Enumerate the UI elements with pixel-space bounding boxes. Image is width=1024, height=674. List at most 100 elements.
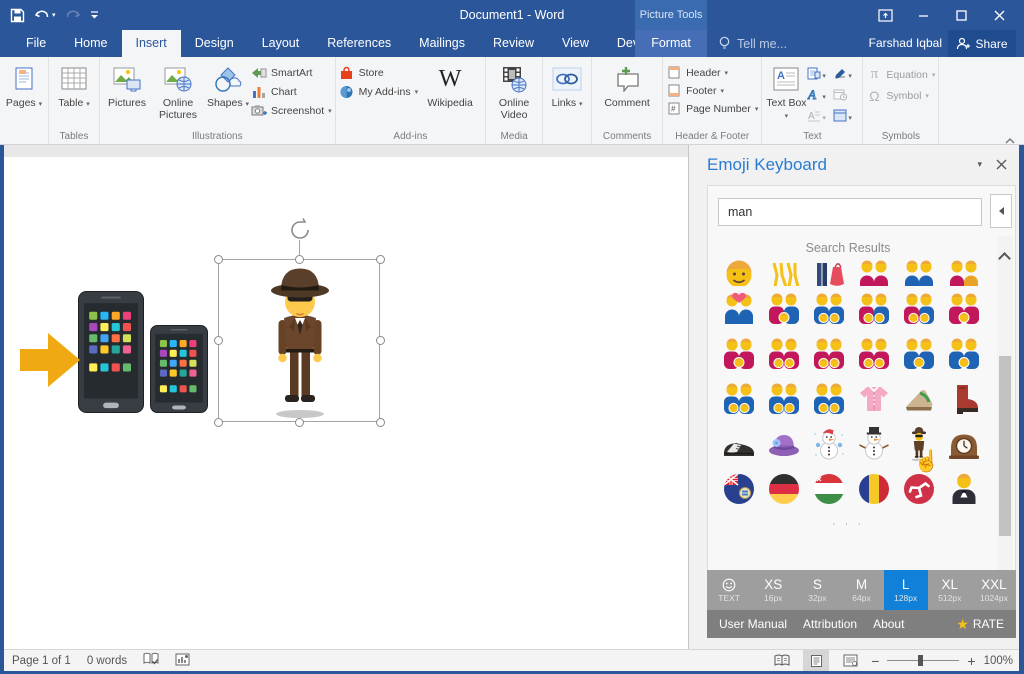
emoji-family-man-man-girls[interactable] [716, 376, 761, 421]
word-count[interactable]: 0 words [87, 655, 127, 667]
zoom-in-button[interactable]: + [967, 653, 975, 669]
wordart-button[interactable]: A▾ [807, 86, 833, 107]
document-page[interactable] [4, 157, 688, 649]
proofing-errors-icon[interactable] [143, 652, 159, 669]
scroll-up-icon[interactable] [998, 252, 1011, 265]
tab-mailings[interactable]: Mailings [405, 30, 479, 57]
emoji-womans-boots[interactable] [941, 376, 986, 421]
emoji-flag-oman[interactable] [806, 466, 851, 511]
emoji-family-woman-woman-girl[interactable] [716, 331, 761, 376]
emoji-blond-person[interactable] [716, 260, 761, 286]
size-button-xs[interactable]: XS16px [751, 570, 795, 610]
chart-button[interactable]: Chart [251, 85, 332, 99]
my-add-ins-button[interactable]: My Add-ins▾ [339, 85, 418, 99]
zoom-slider[interactable] [887, 650, 959, 671]
emoji-womans-sandal[interactable] [896, 376, 941, 421]
emoji-man-in-tuxedo[interactable] [941, 466, 986, 511]
emoji-man-in-suit-levitating[interactable] [250, 264, 350, 420]
emoji-two-men-holding-hands[interactable] [896, 260, 941, 286]
emoji-family-man-woman-boys[interactable] [851, 286, 896, 331]
rotate-handle[interactable] [288, 218, 312, 242]
link-user-manual[interactable]: User Manual [719, 617, 787, 631]
size-button-text[interactable]: TEXT [707, 570, 751, 610]
emoji-mobile-phone-with-arrow[interactable] [20, 291, 144, 415]
emoji-scrollbar[interactable] [997, 236, 1013, 600]
size-button-l[interactable]: L128px [884, 570, 928, 610]
signature-line-button[interactable]: ▾ [833, 65, 859, 86]
size-button-xxl[interactable]: XXL1024px [972, 570, 1016, 610]
emoji-family-man-woman-girl-boy[interactable] [806, 286, 851, 331]
web-layout-button[interactable] [837, 650, 863, 671]
emoji-family-woman-woman-boys[interactable] [806, 331, 851, 376]
emoji-womans-hat[interactable] [761, 421, 806, 466]
tab-format[interactable]: Format [635, 30, 707, 57]
tab-home[interactable]: Home [60, 30, 121, 57]
emoji-family-man-woman-girls[interactable] [896, 286, 941, 331]
tab-design[interactable]: Design [181, 30, 248, 57]
drop-cap-button[interactable]: A▾ [807, 107, 833, 128]
emoji-dancing-women[interactable] [761, 260, 806, 286]
emoji-family-man-boy[interactable] [896, 331, 941, 376]
zoom-slider-thumb[interactable] [918, 655, 923, 666]
size-button-m[interactable]: M64px [839, 570, 883, 610]
symbol-button[interactable]: ΩSymbol▾ [866, 88, 935, 104]
online-pictures-button[interactable]: Online Pictures [151, 60, 205, 121]
zoom-percentage[interactable]: 100% [984, 655, 1013, 667]
tab-view[interactable]: View [548, 30, 603, 57]
table-button[interactable]: Table ▾ [52, 60, 96, 111]
text-box-button[interactable]: AText Box ▾ [765, 60, 807, 122]
resize-handle-bottom-right[interactable] [376, 418, 385, 427]
pages-button[interactable]: Pages ▾ [3, 60, 45, 111]
header-button[interactable]: Header▾ [666, 66, 758, 79]
tab-file[interactable]: File [12, 30, 60, 57]
quick-parts-button[interactable]: ▾ [807, 65, 833, 86]
zoom-out-button[interactable]: − [871, 653, 879, 669]
ribbon-display-options-button[interactable] [868, 0, 902, 30]
emoji-family-man-woman-girl[interactable] [761, 286, 806, 331]
shapes-button[interactable]: Shapes ▾ [205, 60, 251, 111]
account-name[interactable]: Farshad Iqbal [869, 30, 942, 57]
object-button[interactable]: ▾ [833, 107, 859, 128]
resize-handle-top-right[interactable] [376, 255, 385, 264]
screenshot-button[interactable]: Screenshot▾ [251, 104, 332, 117]
emoji-family-woman-woman-girls[interactable] [851, 331, 896, 376]
link-attribution[interactable]: Attribution [803, 617, 857, 631]
rate-button[interactable]: ★RATE [956, 616, 1004, 633]
share-button[interactable]: Share [948, 30, 1016, 57]
emoji-search-input[interactable] [718, 198, 982, 226]
store-button[interactable]: Store [339, 66, 418, 80]
pane-collapse-button[interactable] [990, 194, 1012, 228]
resize-handle-top-left[interactable] [214, 255, 223, 264]
emoji-family-woman-woman-girl-boy[interactable] [761, 331, 806, 376]
close-button[interactable] [982, 0, 1016, 30]
pictures-button[interactable]: Pictures [103, 60, 151, 110]
macro-recording-icon[interactable] [175, 653, 190, 669]
emoji-mans-shoe[interactable] [716, 421, 761, 466]
tab-references[interactable]: References [313, 30, 405, 57]
equation-button[interactable]: πEquation▾ [866, 66, 935, 83]
emoji-family-man-man-boys[interactable] [761, 376, 806, 421]
tab-review[interactable]: Review [479, 30, 548, 57]
emoji-two-women-holding-hands[interactable] [851, 260, 896, 286]
emoji-flag-germany[interactable] [761, 466, 806, 511]
emoji-family-woman-boy[interactable] [941, 286, 986, 331]
minimize-button[interactable] [906, 0, 940, 30]
date-time-button[interactable] [833, 86, 859, 107]
maximize-button[interactable] [944, 0, 978, 30]
page-indicator[interactable]: Page 1 of 1 [12, 655, 71, 667]
tell-me-box[interactable]: Tell me... [718, 30, 787, 57]
pane-close-icon[interactable] [996, 159, 1007, 173]
size-button-s[interactable]: S32px [795, 570, 839, 610]
tab-insert[interactable]: Insert [122, 30, 181, 57]
comment-button[interactable]: Comment [595, 60, 659, 110]
collapse-ribbon-icon[interactable] [1004, 132, 1016, 140]
links-button[interactable]: Links ▾ [546, 60, 588, 111]
read-mode-button[interactable] [769, 650, 795, 671]
emoji-clothes[interactable] [806, 260, 851, 286]
scrollbar-thumb[interactable] [999, 356, 1011, 536]
print-layout-button[interactable] [803, 650, 829, 671]
selection-box[interactable] [218, 259, 380, 422]
emoji-man-in-suit-levitating[interactable]: ☝ [896, 421, 941, 466]
emoji-womans-clothes[interactable] [851, 376, 896, 421]
resize-handle-middle-left[interactable] [214, 336, 223, 345]
